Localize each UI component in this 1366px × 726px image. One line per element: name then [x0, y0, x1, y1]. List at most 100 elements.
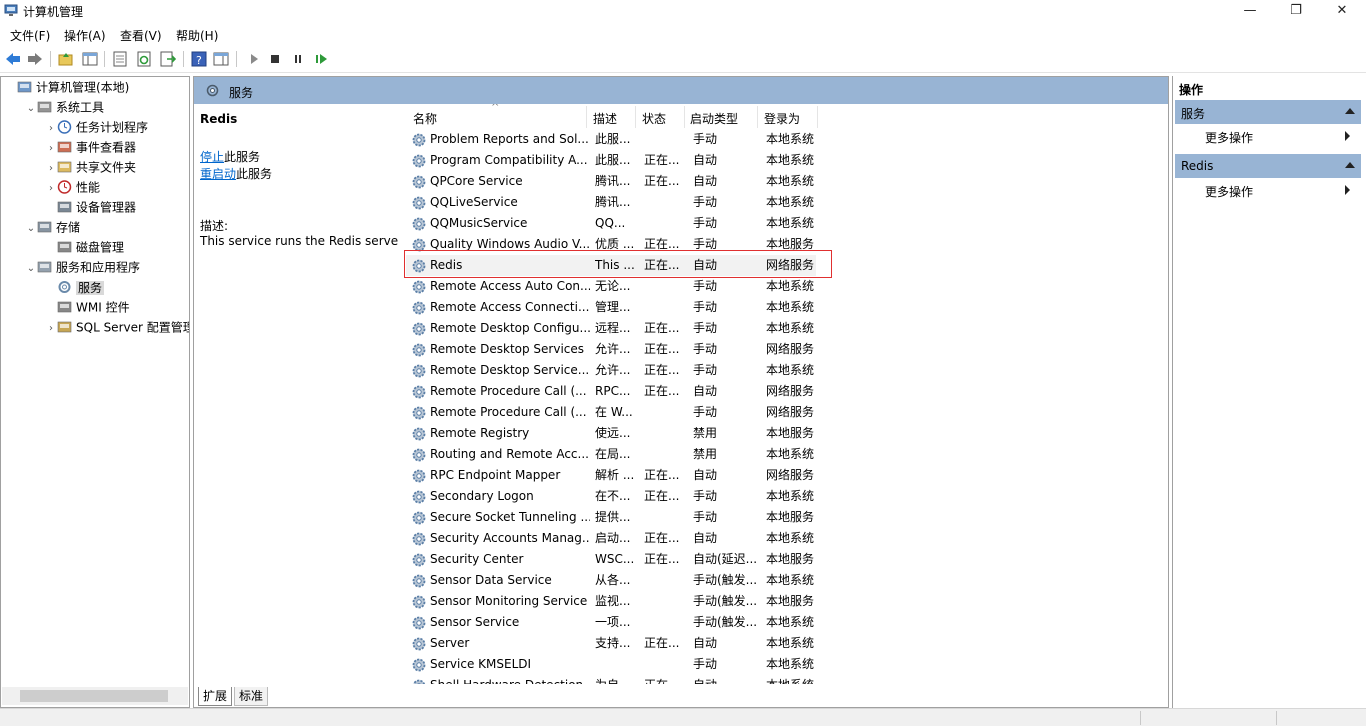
- sql-server-icon: [57, 321, 72, 332]
- service-row[interactable]: Remote Desktop Services 允许... 正在... 手动 网络服务: [406, 339, 1156, 360]
- service-row-selected[interactable]: Redis This ... 正在... 自动 网络服务: [406, 255, 1156, 276]
- collapse-icon[interactable]: [1345, 162, 1355, 168]
- more-actions-redis[interactable]: 更多操作: [1205, 183, 1253, 200]
- tree-item[interactable]: › 共享文件夹: [45, 157, 136, 177]
- service-row[interactable]: Program Compatibility A... 此服... 正在... 自动 本地…: [406, 150, 1156, 171]
- column-name[interactable]: 名称: [413, 110, 437, 127]
- service-row[interactable]: Quality Windows Audio V... 优质 ... 正在... 手动 本…: [406, 234, 1156, 255]
- tree-item[interactable]: 磁盘管理: [45, 237, 124, 257]
- service-row[interactable]: Problem Reports and Sol... 此服... 手动 本地系统: [406, 129, 1156, 150]
- expanded-chevron-icon[interactable]: ⌄: [25, 99, 37, 119]
- tree-item[interactable]: › 任务计划程序: [45, 117, 148, 137]
- up-icon[interactable]: [57, 50, 75, 68]
- properties-icon[interactable]: [111, 50, 129, 68]
- service-row[interactable]: Sensor Monitoring Service 监视... 手动(触发... 本地…: [406, 591, 1156, 612]
- tree-item[interactable]: › 性能: [45, 177, 100, 197]
- service-startup-type: 自动: [693, 675, 761, 684]
- restart-service-link[interactable]: 重启动: [200, 167, 236, 181]
- tree-item[interactable]: › 事件查看器: [45, 137, 136, 157]
- tab-extended[interactable]: 扩展: [198, 687, 233, 706]
- gear-icon: [58, 280, 71, 293]
- service-status: 正在...: [644, 342, 680, 356]
- service-row[interactable]: Sensor Data Service 从各... 手动(触发... 本地系统: [406, 570, 1156, 591]
- tree-item[interactable]: ⌄ 服务和应用程序: [25, 257, 140, 277]
- column-description[interactable]: 描述: [593, 110, 617, 127]
- collapsed-chevron-icon[interactable]: ›: [45, 139, 57, 159]
- resume-icon[interactable]: [312, 50, 330, 68]
- actions-section-services[interactable]: 服务: [1175, 100, 1361, 124]
- horizontal-scrollbar[interactable]: [2, 687, 188, 705]
- service-startup-type: 自动: [693, 174, 718, 188]
- service-row[interactable]: Secondary Logon 在不... 正在... 手动 本地系统: [406, 486, 1156, 507]
- tree-item[interactable]: WMI 控件: [45, 297, 130, 317]
- service-row[interactable]: QQMusicService QQ... 手动 本地系统: [406, 213, 1156, 234]
- column-log-on-as[interactable]: 登录为: [764, 110, 800, 127]
- service-row[interactable]: Sensor Service 一项... 手动(触发... 本地系统: [406, 612, 1156, 633]
- service-row[interactable]: Security Accounts Manag... 启动... 正在... 自动 本地…: [406, 528, 1156, 549]
- service-description: 监视...: [595, 594, 631, 608]
- service-row[interactable]: Remote Desktop Service... 允许... 正在... 手动 本地系…: [406, 360, 1156, 381]
- expanded-chevron-icon[interactable]: ⌄: [25, 259, 37, 279]
- tree-item[interactable]: ⌄ 存储: [25, 217, 80, 237]
- minimize-icon[interactable]: —: [1227, 0, 1273, 22]
- menu-action[interactable]: 操作(A): [64, 27, 106, 44]
- menu-view[interactable]: 查看(V): [120, 27, 162, 44]
- stop-service-link[interactable]: 停止: [200, 150, 224, 164]
- service-name: Remote Procedure Call (...: [430, 384, 587, 398]
- service-row[interactable]: QQLiveService 腾讯... 手动 本地系统: [406, 192, 1156, 213]
- menu-help[interactable]: 帮助(H): [176, 27, 218, 44]
- help-icon[interactable]: ?: [190, 50, 208, 68]
- play-icon[interactable]: [245, 50, 263, 68]
- scrollbar-thumb[interactable]: [20, 690, 168, 702]
- service-row[interactable]: Service KMSELDI 手动 本地系统: [406, 654, 1156, 675]
- collapsed-chevron-icon[interactable]: ›: [45, 119, 57, 139]
- submenu-arrow-icon: [1345, 185, 1350, 195]
- tab-standard[interactable]: 标准: [234, 687, 269, 706]
- export-icon[interactable]: [159, 50, 177, 68]
- actions-pane: 操作 服务 更多操作 Redis 更多操作: [1172, 76, 1366, 708]
- service-row[interactable]: Server 支持... 正在... 自动 本地系统: [406, 633, 1156, 654]
- service-gear-icon: [412, 133, 426, 147]
- collapse-icon[interactable]: [1345, 108, 1355, 114]
- show-hide-action-icon[interactable]: [212, 50, 230, 68]
- close-icon[interactable]: ✕: [1319, 0, 1365, 22]
- service-row[interactable]: Remote Procedure Call (... RPC... 正在... 自动 网…: [406, 381, 1156, 402]
- service-row[interactable]: Shell Hardware Detection 为自... 正在... 自动本地系统: [406, 675, 1156, 684]
- restore-icon[interactable]: ❐: [1273, 0, 1319, 22]
- tree-item[interactable]: 计算机管理(本地): [5, 77, 129, 97]
- service-description: 提供...: [595, 510, 631, 524]
- service-row[interactable]: QPCore Service 腾讯... 正在... 自动 本地系统: [406, 171, 1156, 192]
- tree-item[interactable]: 设备管理器: [45, 197, 136, 217]
- service-row[interactable]: Remote Access Auto Con... 无论... 手动 本地系统: [406, 276, 1156, 297]
- more-actions-services[interactable]: 更多操作: [1205, 129, 1253, 146]
- collapsed-chevron-icon[interactable]: ›: [45, 159, 57, 179]
- back-icon[interactable]: [4, 50, 22, 68]
- tree-item[interactable]: 服务: [45, 277, 105, 297]
- refresh-icon[interactable]: [135, 50, 153, 68]
- console-tree: 计算机管理(本地) ⌄ 系统工具 › 任务计划程序 › 事件查看器 › 共享文件夹 › 性能 设备管理…: [0, 76, 190, 708]
- expanded-chevron-icon[interactable]: ⌄: [25, 219, 37, 239]
- service-row[interactable]: Secure Socket Tunneling ... 提供... 手动 本地服务: [406, 507, 1156, 528]
- forward-icon[interactable]: [26, 50, 44, 68]
- tree-item[interactable]: ⌄ 系统工具: [25, 97, 104, 117]
- stop-service-row: 停止此服务: [200, 148, 260, 165]
- tree-item-label: WMI 控件: [76, 300, 130, 315]
- service-row[interactable]: Security Center WSC... 正在... 自动(延迟... 本地服务: [406, 549, 1156, 570]
- pause-icon[interactable]: [289, 50, 307, 68]
- stop-icon[interactable]: [266, 50, 284, 68]
- service-row[interactable]: Remote Registry 使远... 禁用 本地服务: [406, 423, 1156, 444]
- actions-section-redis[interactable]: Redis: [1175, 154, 1361, 178]
- service-row[interactable]: Remote Procedure Call (... 在 W... 手动 网络服务: [406, 402, 1156, 423]
- menu-file[interactable]: 文件(F): [10, 27, 50, 44]
- column-startup-type[interactable]: 启动类型: [690, 110, 738, 127]
- tree-item[interactable]: › SQL Server 配置管理器: [45, 317, 189, 339]
- collapsed-chevron-icon[interactable]: ›: [45, 179, 57, 199]
- column-divider: [586, 106, 587, 128]
- collapsed-chevron-icon[interactable]: ›: [45, 319, 57, 339]
- show-hide-tree-icon[interactable]: [81, 50, 99, 68]
- service-row[interactable]: Remote Access Connecti... 管理... 手动 本地系统: [406, 297, 1156, 318]
- service-row[interactable]: RPC Endpoint Mapper 解析 ... 正在... 自动 网络服务: [406, 465, 1156, 486]
- service-row[interactable]: Routing and Remote Acc... 在局... 禁用 本地系统: [406, 444, 1156, 465]
- service-row[interactable]: Remote Desktop Configu... 远程... 正在... 手动 本地系…: [406, 318, 1156, 339]
- column-status[interactable]: 状态: [642, 110, 666, 127]
